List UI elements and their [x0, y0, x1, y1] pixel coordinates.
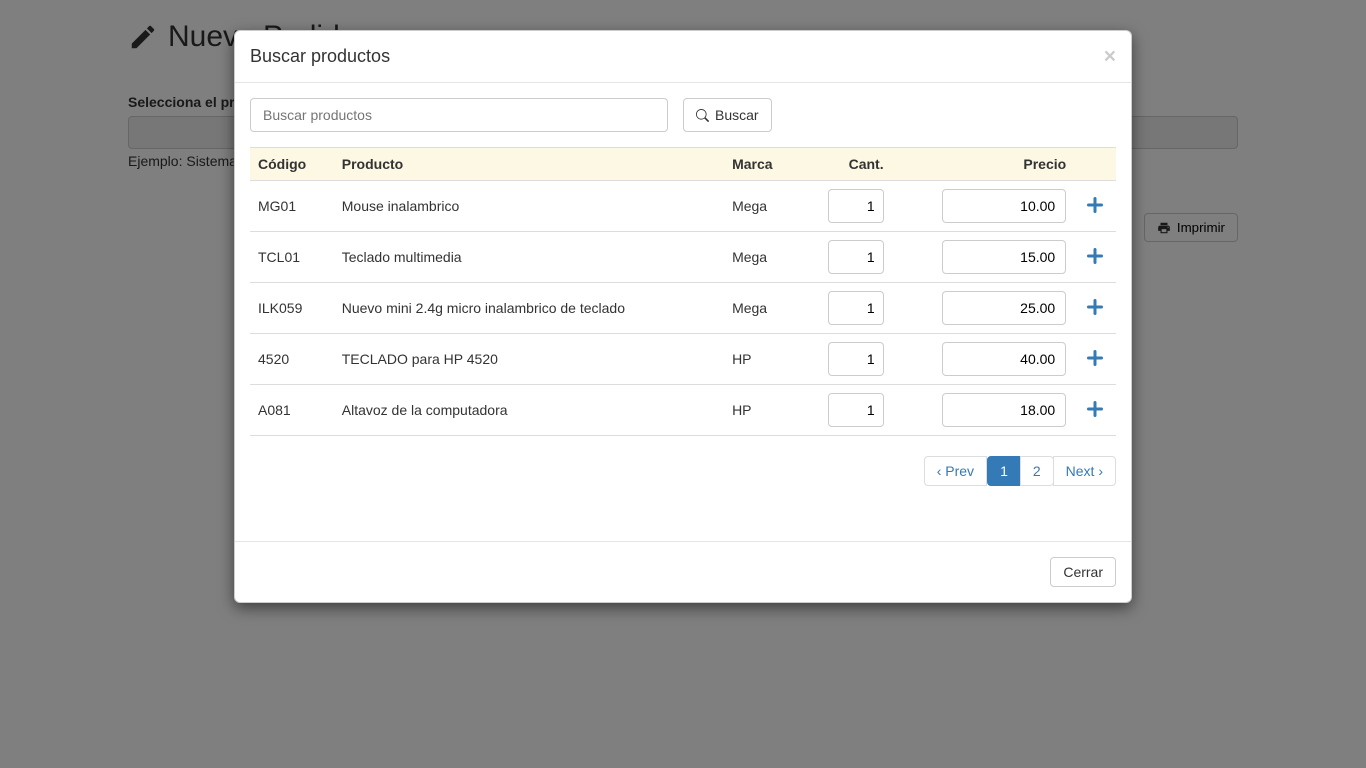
col-code: Código	[250, 148, 334, 181]
col-action	[1074, 148, 1116, 181]
page-prev[interactable]: ‹ Prev	[924, 456, 987, 486]
cell-code: ILK059	[250, 283, 334, 334]
add-button[interactable]	[1087, 350, 1103, 369]
cell-product: Altavoz de la computadora	[334, 385, 724, 436]
cell-product: Teclado multimedia	[334, 232, 724, 283]
qty-input[interactable]	[828, 393, 884, 427]
cell-product: Mouse inalambrico	[334, 181, 724, 232]
add-button[interactable]	[1087, 248, 1103, 267]
table-row: ILK059Nuevo mini 2.4g micro inalambrico …	[250, 283, 1116, 334]
table-row: MG01Mouse inalambricoMega	[250, 181, 1116, 232]
plus-icon	[1087, 401, 1103, 417]
col-qty: Cant.	[798, 148, 892, 181]
price-input[interactable]	[942, 240, 1066, 274]
col-price: Precio	[892, 148, 1075, 181]
col-product: Producto	[334, 148, 724, 181]
search-icon	[696, 109, 709, 122]
cell-brand: Mega	[724, 232, 798, 283]
plus-icon	[1087, 248, 1103, 264]
add-button[interactable]	[1087, 401, 1103, 420]
price-input[interactable]	[942, 189, 1066, 223]
price-input[interactable]	[942, 393, 1066, 427]
close-button[interactable]: Cerrar	[1050, 557, 1116, 587]
cell-code: 4520	[250, 334, 334, 385]
cell-code: TCL01	[250, 232, 334, 283]
qty-input[interactable]	[828, 240, 884, 274]
cell-brand: Mega	[724, 181, 798, 232]
table-row: TCL01Teclado multimediaMega	[250, 232, 1116, 283]
products-table: Código Producto Marca Cant. Precio MG01M…	[250, 147, 1116, 436]
product-search-modal: Buscar productos × Buscar Código Product…	[234, 30, 1132, 603]
price-input[interactable]	[942, 342, 1066, 376]
qty-input[interactable]	[828, 189, 884, 223]
table-row: 4520TECLADO para HP 4520HP	[250, 334, 1116, 385]
cell-code: A081	[250, 385, 334, 436]
add-button[interactable]	[1087, 197, 1103, 216]
cell-product: TECLADO para HP 4520	[334, 334, 724, 385]
close-icon[interactable]: ×	[1104, 46, 1116, 67]
plus-icon	[1087, 197, 1103, 213]
cell-brand: HP	[724, 334, 798, 385]
cell-product: Nuevo mini 2.4g micro inalambrico de tec…	[334, 283, 724, 334]
page-next[interactable]: Next ›	[1053, 456, 1116, 486]
price-input[interactable]	[942, 291, 1066, 325]
search-button-label: Buscar	[715, 107, 759, 123]
page-1[interactable]: 1	[987, 456, 1021, 486]
cell-brand: Mega	[724, 283, 798, 334]
plus-icon	[1087, 299, 1103, 315]
add-button[interactable]	[1087, 299, 1103, 318]
plus-icon	[1087, 350, 1103, 366]
search-button[interactable]: Buscar	[683, 98, 772, 132]
table-row: A081Altavoz de la computadoraHP	[250, 385, 1116, 436]
cell-code: MG01	[250, 181, 334, 232]
qty-input[interactable]	[828, 342, 884, 376]
pagination: ‹ Prev 12 Next ›	[250, 456, 1116, 486]
search-input[interactable]	[250, 98, 668, 132]
page-2[interactable]: 2	[1020, 456, 1054, 486]
cell-brand: HP	[724, 385, 798, 436]
col-brand: Marca	[724, 148, 798, 181]
modal-title: Buscar productos	[250, 46, 390, 67]
qty-input[interactable]	[828, 291, 884, 325]
